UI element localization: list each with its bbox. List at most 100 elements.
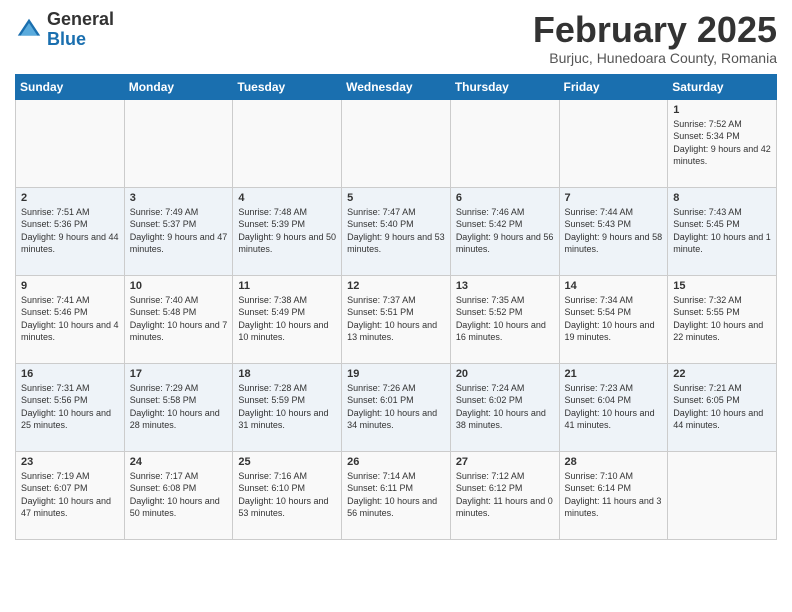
logo-blue-text: Blue	[47, 29, 86, 49]
day-cell: 2Sunrise: 7:51 AM Sunset: 5:36 PM Daylig…	[16, 187, 125, 275]
day-cell: 18 Sunrise: 7:28 AM Sunset: 5:59 PM Dayli…	[233, 363, 342, 451]
day-number: 3	[130, 192, 228, 204]
day-cell: 19Sunrise: 7:26 AM Sunset: 6:01 PM Dayli…	[342, 363, 451, 451]
day-number: 11	[238, 280, 336, 292]
day-number: 20	[456, 368, 554, 380]
day-number: 26	[347, 456, 445, 468]
day-number: 9	[21, 280, 119, 292]
day-cell: 6 Sunrise: 7:46 AM Sunset: 5:42 PM Daylig…	[450, 187, 559, 275]
day-cell	[124, 99, 233, 187]
day-cell: 23Sunrise: 7:19 AM Sunset: 6:07 PM Dayli…	[16, 451, 125, 539]
day-info: Sunrise: 7:29 AM Sunset: 5:58 PM Dayligh…	[130, 383, 220, 431]
day-info: Sunrise: 7:31 AM Sunset: 5:56 PM Dayligh…	[21, 383, 111, 431]
day-cell: 1 Sunrise: 7:52 AM Sunset: 5:34 PM Daylig…	[668, 99, 777, 187]
week-row-1: 1 Sunrise: 7:52 AM Sunset: 5:34 PM Daylig…	[16, 99, 777, 187]
day-cell	[233, 99, 342, 187]
day-info: Sunrise: 7:40 AM Sunset: 5:48 PM Dayligh…	[130, 295, 228, 343]
day-info: Sunrise: 7:51 AM Sunset: 5:36 PM Dayligh…	[21, 207, 119, 255]
day-number: 22	[673, 368, 771, 380]
day-number: 19	[347, 368, 445, 380]
weekday-header-saturday: Saturday	[668, 74, 777, 99]
day-number: 15	[673, 280, 771, 292]
day-number: 4	[238, 192, 336, 204]
weekday-header-row: SundayMondayTuesdayWednesdayThursdayFrid…	[16, 74, 777, 99]
weekday-header-thursday: Thursday	[450, 74, 559, 99]
day-number: 18	[238, 368, 336, 380]
day-cell: 13 Sunrise: 7:35 AM Sunset: 5:52 PM Dayli…	[450, 275, 559, 363]
day-info: Sunrise: 7:41 AM Sunset: 5:46 PM Dayligh…	[21, 295, 119, 343]
day-number: 21	[565, 368, 663, 380]
day-info: Sunrise: 7:24 AM Sunset: 6:02 PM Dayligh…	[456, 383, 546, 431]
day-info: Sunrise: 7:49 AM Sunset: 5:37 PM Dayligh…	[130, 207, 228, 255]
day-number: 17	[130, 368, 228, 380]
day-number: 1	[673, 104, 771, 116]
day-info: Sunrise: 7:43 AM Sunset: 5:45 PM Dayligh…	[673, 207, 771, 255]
day-cell: 28 Sunrise: 7:10 AM Sunset: 6:14 PM Dayli…	[559, 451, 668, 539]
day-cell	[16, 99, 125, 187]
week-row-4: 16 Sunrise: 7:31 AM Sunset: 5:56 PM Dayli…	[16, 363, 777, 451]
day-cell: 16 Sunrise: 7:31 AM Sunset: 5:56 PM Dayli…	[16, 363, 125, 451]
day-number: 8	[673, 192, 771, 204]
day-cell: 27Sunrise: 7:12 AM Sunset: 6:12 PM Dayli…	[450, 451, 559, 539]
day-info: Sunrise: 7:14 AM Sunset: 6:11 PM Dayligh…	[347, 471, 437, 519]
day-cell	[668, 451, 777, 539]
day-info: Sunrise: 7:35 AM Sunset: 5:52 PM Dayligh…	[456, 295, 546, 343]
day-number: 14	[565, 280, 663, 292]
day-info: Sunrise: 7:12 AM Sunset: 6:12 PM Dayligh…	[456, 471, 553, 519]
day-cell: 3 Sunrise: 7:49 AM Sunset: 5:37 PM Daylig…	[124, 187, 233, 275]
day-cell: 5 Sunrise: 7:47 AM Sunset: 5:40 PM Daylig…	[342, 187, 451, 275]
day-number: 25	[238, 456, 336, 468]
day-number: 7	[565, 192, 663, 204]
day-cell: 12Sunrise: 7:37 AM Sunset: 5:51 PM Dayli…	[342, 275, 451, 363]
week-row-5: 23Sunrise: 7:19 AM Sunset: 6:07 PM Dayli…	[16, 451, 777, 539]
day-cell	[342, 99, 451, 187]
day-info: Sunrise: 7:38 AM Sunset: 5:49 PM Dayligh…	[238, 295, 328, 343]
day-cell: 21Sunrise: 7:23 AM Sunset: 6:04 PM Dayli…	[559, 363, 668, 451]
day-info: Sunrise: 7:46 AM Sunset: 5:42 PM Dayligh…	[456, 207, 554, 255]
day-info: Sunrise: 7:16 AM Sunset: 6:10 PM Dayligh…	[238, 471, 328, 519]
day-number: 23	[21, 456, 119, 468]
day-cell: 9 Sunrise: 7:41 AM Sunset: 5:46 PM Daylig…	[16, 275, 125, 363]
day-number: 24	[130, 456, 228, 468]
title-area: February 2025 Burjuc, Hunedoara County, …	[533, 10, 777, 66]
day-cell: 24 Sunrise: 7:17 AM Sunset: 6:08 PM Dayli…	[124, 451, 233, 539]
day-cell: 15 Sunrise: 7:32 AM Sunset: 5:55 PM Dayli…	[668, 275, 777, 363]
day-cell: 25 Sunrise: 7:16 AM Sunset: 6:10 PM Dayli…	[233, 451, 342, 539]
day-info: Sunrise: 7:17 AM Sunset: 6:08 PM Dayligh…	[130, 471, 220, 519]
day-info: Sunrise: 7:10 AM Sunset: 6:14 PM Dayligh…	[565, 471, 662, 519]
day-info: Sunrise: 7:37 AM Sunset: 5:51 PM Dayligh…	[347, 295, 437, 343]
day-number: 13	[456, 280, 554, 292]
day-number: 5	[347, 192, 445, 204]
day-info: Sunrise: 7:47 AM Sunset: 5:40 PM Dayligh…	[347, 207, 445, 255]
weekday-header-wednesday: Wednesday	[342, 74, 451, 99]
logo: General Blue	[15, 10, 114, 50]
location-subtitle: Burjuc, Hunedoara County, Romania	[533, 50, 777, 66]
day-info: Sunrise: 7:48 AM Sunset: 5:39 PM Dayligh…	[238, 207, 336, 255]
day-cell: 26 Sunrise: 7:14 AM Sunset: 6:11 PM Dayli…	[342, 451, 451, 539]
day-cell: 7 Sunrise: 7:44 AM Sunset: 5:43 PM Daylig…	[559, 187, 668, 275]
day-number: 6	[456, 192, 554, 204]
day-info: Sunrise: 7:32 AM Sunset: 5:55 PM Dayligh…	[673, 295, 763, 343]
day-cell: 17 Sunrise: 7:29 AM Sunset: 5:58 PM Dayli…	[124, 363, 233, 451]
day-cell: 22 Sunrise: 7:21 AM Sunset: 6:05 PM Dayli…	[668, 363, 777, 451]
day-cell: 4 Sunrise: 7:48 AM Sunset: 5:39 PM Daylig…	[233, 187, 342, 275]
day-info: Sunrise: 7:44 AM Sunset: 5:43 PM Dayligh…	[565, 207, 663, 255]
day-cell: 14 Sunrise: 7:34 AM Sunset: 5:54 PM Dayli…	[559, 275, 668, 363]
weekday-header-tuesday: Tuesday	[233, 74, 342, 99]
week-row-2: 2Sunrise: 7:51 AM Sunset: 5:36 PM Daylig…	[16, 187, 777, 275]
day-info: Sunrise: 7:21 AM Sunset: 6:05 PM Dayligh…	[673, 383, 763, 431]
day-info: Sunrise: 7:34 AM Sunset: 5:54 PM Dayligh…	[565, 295, 655, 343]
day-cell: 10 Sunrise: 7:40 AM Sunset: 5:48 PM Dayli…	[124, 275, 233, 363]
weekday-header-monday: Monday	[124, 74, 233, 99]
day-number: 16	[21, 368, 119, 380]
day-info: Sunrise: 7:52 AM Sunset: 5:34 PM Dayligh…	[673, 119, 771, 167]
day-info: Sunrise: 7:28 AM Sunset: 5:59 PM Dayligh…	[238, 383, 328, 431]
header: General Blue February 2025 Burjuc, Huned…	[15, 10, 777, 66]
day-cell: 20 Sunrise: 7:24 AM Sunset: 6:02 PM Dayli…	[450, 363, 559, 451]
day-cell	[450, 99, 559, 187]
day-cell: 11 Sunrise: 7:38 AM Sunset: 5:49 PM Dayli…	[233, 275, 342, 363]
day-number: 10	[130, 280, 228, 292]
day-cell: 8 Sunrise: 7:43 AM Sunset: 5:45 PM Daylig…	[668, 187, 777, 275]
logo-general-text: General	[47, 9, 114, 29]
day-number: 28	[565, 456, 663, 468]
